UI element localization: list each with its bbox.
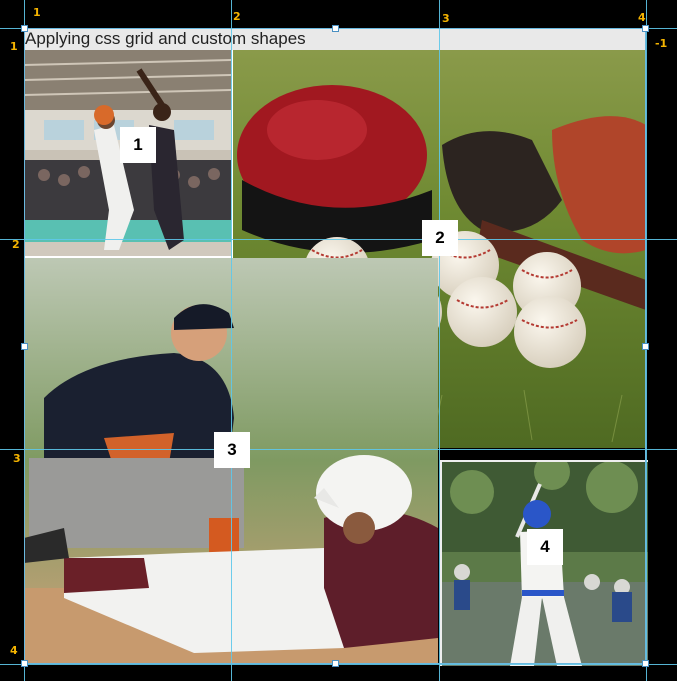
grid-inspector-canvas: 1 2 3 4 1 2 3 4 -1 Applying css grid and…	[0, 0, 677, 681]
resize-handle-bottom-right[interactable]	[642, 660, 649, 667]
tile-badge-2: 2	[422, 220, 458, 256]
row-label-1: 1	[10, 40, 18, 53]
negative-line-label: -1	[655, 37, 668, 50]
tile-badge-3: 3	[214, 432, 250, 468]
resize-handle-right[interactable]	[642, 343, 649, 350]
row-label-3: 3	[13, 452, 21, 465]
column-label-4: 4	[638, 11, 646, 24]
resize-handle-top[interactable]	[332, 25, 339, 32]
selection-frame	[24, 28, 646, 664]
column-label-1: 1	[33, 6, 41, 19]
resize-handle-bottom-left[interactable]	[21, 660, 28, 667]
column-label-3: 3	[442, 12, 450, 25]
column-label-2: 2	[233, 10, 241, 23]
resize-handle-left[interactable]	[21, 343, 28, 350]
row-label-4: 4	[10, 644, 18, 657]
tile-badge-1: 1	[120, 127, 156, 163]
grid-line-column-4	[646, 0, 647, 681]
tile-badge-4: 4	[527, 529, 563, 565]
resize-handle-top-right[interactable]	[642, 25, 649, 32]
resize-handle-bottom[interactable]	[332, 660, 339, 667]
resize-handle-top-left[interactable]	[21, 25, 28, 32]
